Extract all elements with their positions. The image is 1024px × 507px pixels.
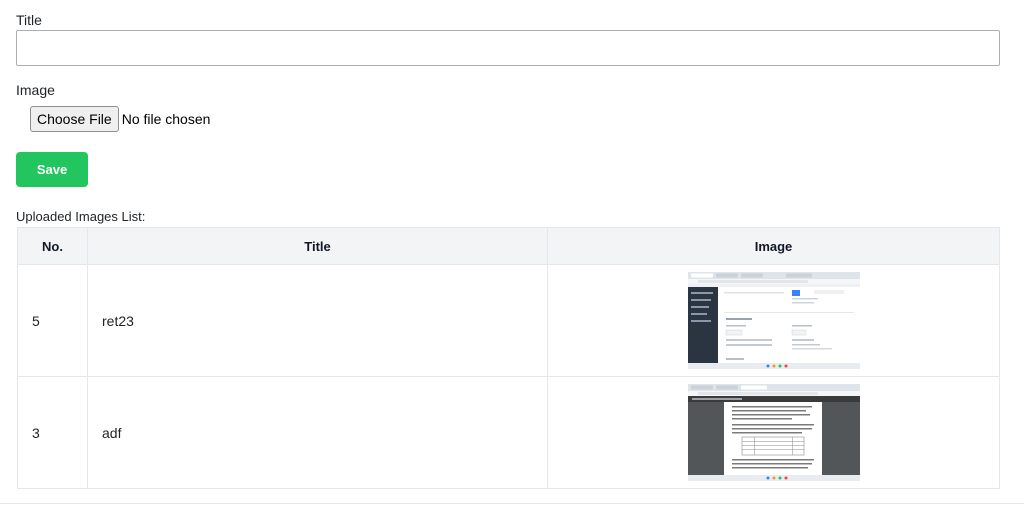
image-label: Image [16, 82, 55, 98]
row-image-cell [547, 376, 1000, 489]
file-status-text: No file chosen [121, 111, 211, 127]
column-header-no: No. [17, 227, 88, 265]
dashboard-screenshot-thumbnail[interactable] [687, 272, 860, 369]
choose-file-button[interactable]: Choose File [30, 106, 119, 132]
row-image-cell [547, 264, 1000, 377]
column-header-image: Image [547, 227, 1000, 265]
row-title: adf [87, 376, 548, 489]
table-row: 3 adf [17, 376, 1000, 489]
uploaded-images-heading: Uploaded Images List: [16, 209, 146, 224]
table-row: 5 ret23 [17, 264, 1000, 377]
row-number: 3 [17, 376, 88, 489]
row-number: 5 [17, 264, 88, 377]
title-label: Title [16, 12, 42, 28]
column-header-title: Title [87, 227, 548, 265]
title-input[interactable] [16, 30, 1000, 66]
bottom-divider [0, 503, 1024, 504]
file-input[interactable]: Choose File No file chosen [30, 106, 210, 132]
document-screenshot-thumbnail[interactable] [687, 384, 860, 481]
save-button[interactable]: Save [16, 152, 88, 187]
row-title: ret23 [87, 264, 548, 377]
table-header-row: No. Title Image [17, 227, 1000, 265]
uploaded-images-table: No. Title Image 5 ret23 3 adf [17, 227, 1000, 489]
